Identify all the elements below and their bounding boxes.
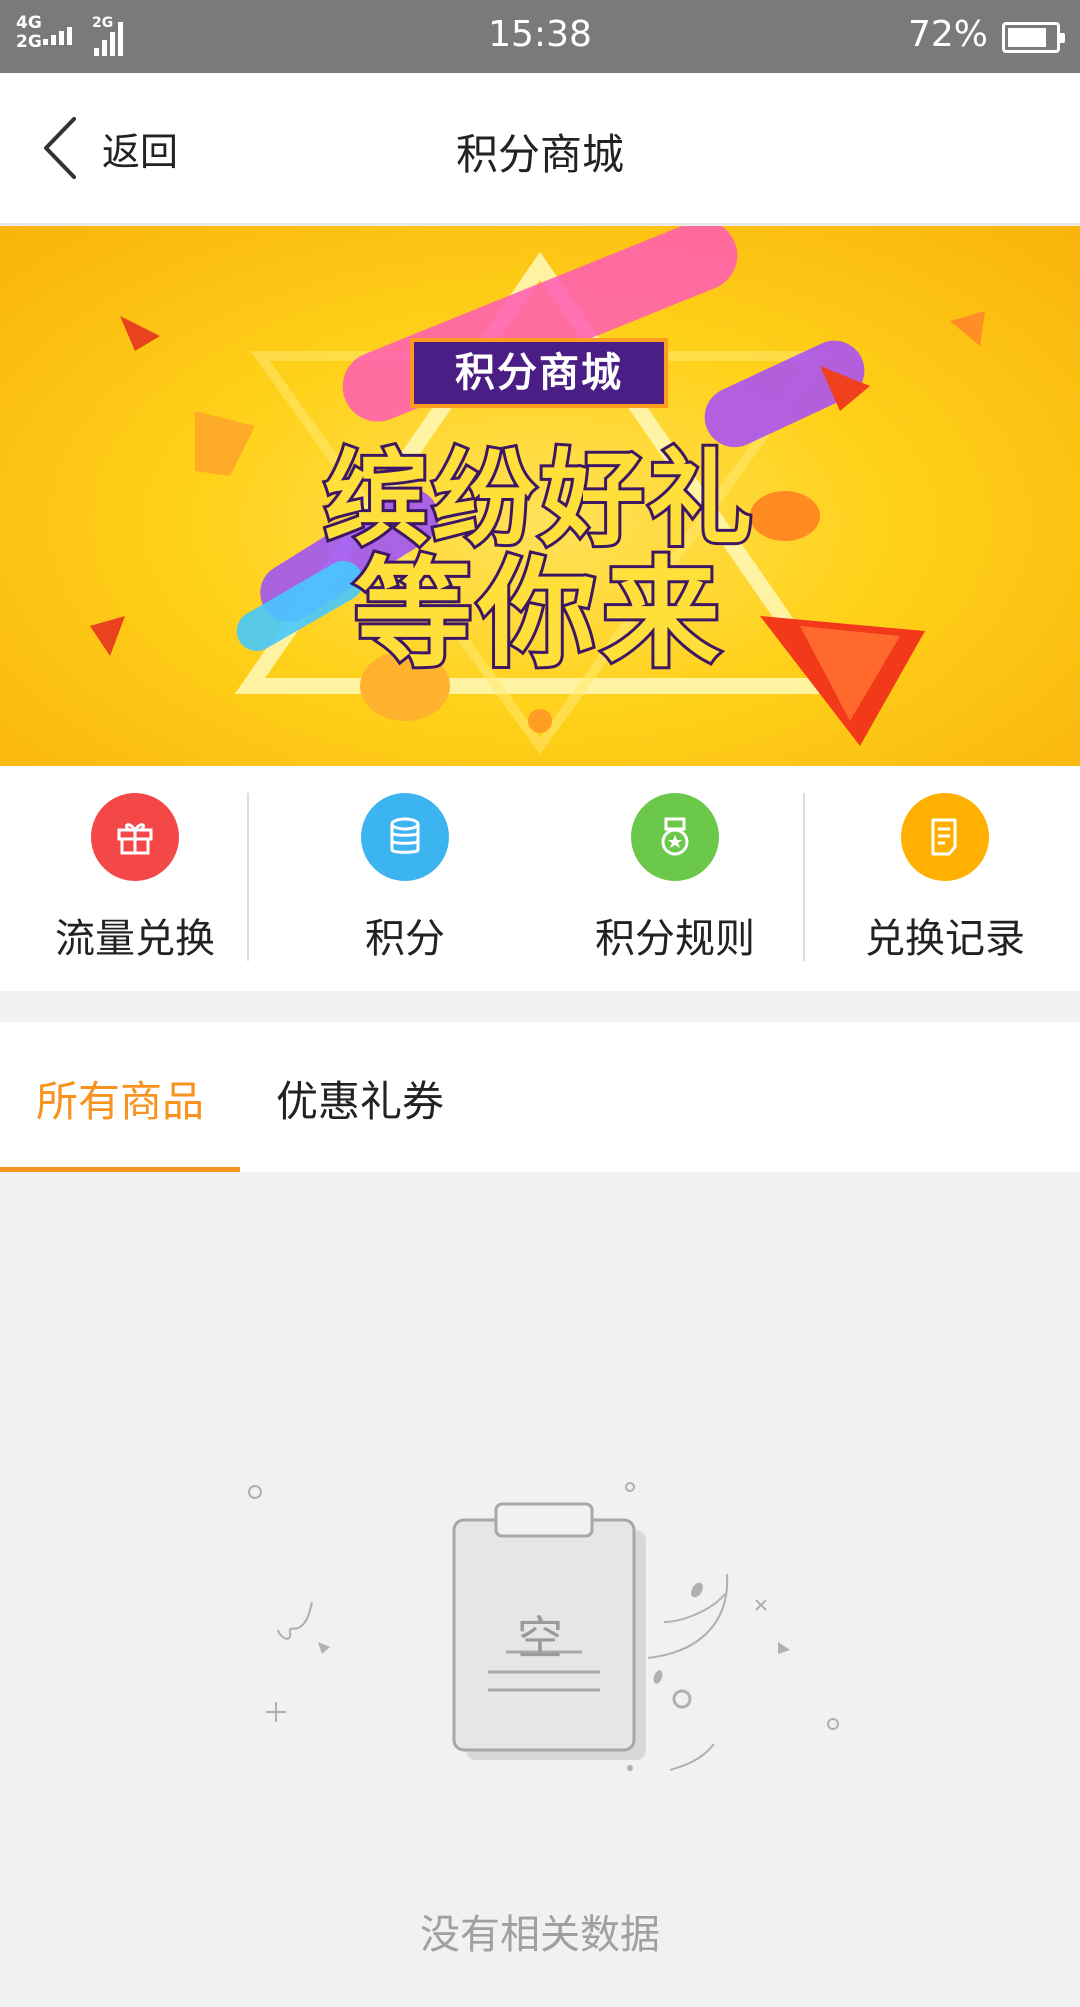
medal-icon (631, 793, 719, 881)
tab-coupons[interactable]: 优惠礼券 (240, 1022, 480, 1172)
page-title: 积分商城 (455, 130, 624, 179)
shortcut-label: 兑换记录 (865, 916, 1025, 962)
product-tabs: 所有商品 优惠礼券 (0, 1022, 1080, 1172)
promo-banner[interactable]: 积分商城 缤纷好礼 等你来 (0, 226, 1080, 766)
status-bar: 4G 2G 2G 15:38 72% (0, 0, 1080, 73)
divider (247, 793, 249, 961)
shortcut-label: 流量兑换 (55, 916, 215, 962)
banner-badge: 积分商城 (410, 338, 668, 408)
nav-header: 返回 积分商城 (0, 73, 1080, 225)
battery-icon (1002, 22, 1065, 53)
record-icon (901, 793, 989, 881)
empty-clipboard-label: 空 (517, 1611, 563, 1665)
battery-percent: 72% (907, 14, 988, 55)
shortcut-grid: 流量兑换 积分 积分规则 兑换记录 (0, 766, 1080, 991)
tab-all-products[interactable]: 所有商品 (0, 1022, 240, 1172)
shortcut-label: 积分规则 (595, 916, 755, 962)
banner-headline-2: 等你来 (351, 542, 726, 686)
shortcut-traffic-exchange[interactable]: 流量兑换 (0, 766, 270, 991)
divider (803, 793, 805, 961)
empty-message: 没有相关数据 (420, 1912, 660, 1958)
shortcut-points-rules[interactable]: 积分规则 (540, 766, 810, 991)
coins-icon (361, 793, 449, 881)
shortcut-points[interactable]: 积分 (270, 766, 540, 991)
gift-icon (91, 793, 179, 881)
empty-state: 空 没有相关数据 (0, 1172, 1080, 2007)
shortcut-exchange-records[interactable]: 兑换记录 (810, 766, 1080, 991)
shortcut-label: 积分 (365, 916, 445, 962)
